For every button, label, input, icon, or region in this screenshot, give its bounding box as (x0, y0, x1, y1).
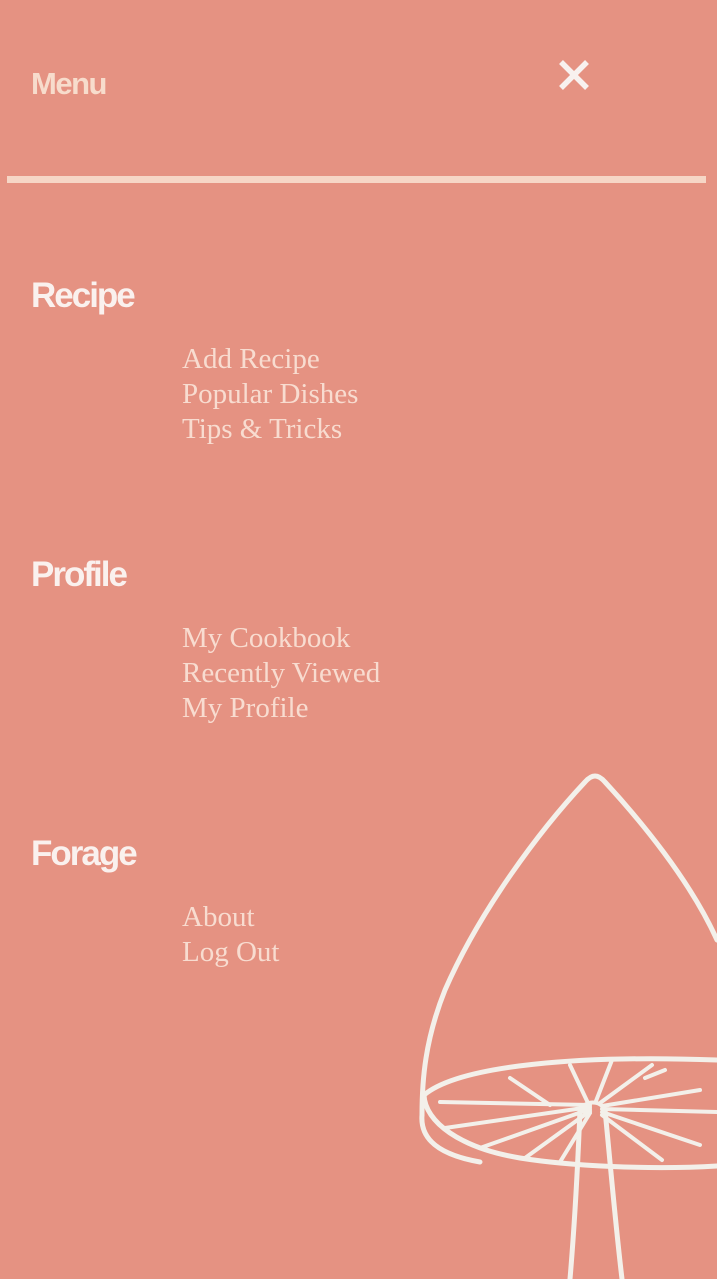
nav-link-about[interactable]: About (182, 900, 279, 935)
profile-links: My Cookbook Recently Viewed My Profile (182, 621, 380, 726)
menu-divider (7, 176, 706, 183)
close-menu-button[interactable] (552, 53, 596, 97)
nav-link-my-profile[interactable]: My Profile (182, 691, 380, 726)
section-heading-forage: Forage (31, 834, 138, 873)
nav-link-recently-viewed[interactable]: Recently Viewed (182, 656, 380, 691)
nav-link-my-cookbook[interactable]: My Cookbook (182, 621, 380, 656)
nav-link-add-recipe[interactable]: Add Recipe (182, 342, 358, 377)
nav-link-tips-tricks[interactable]: Tips & Tricks (182, 412, 358, 447)
nav-link-log-out[interactable]: Log Out (182, 935, 279, 970)
section-heading-profile: Profile (31, 555, 128, 594)
section-heading-recipe: Recipe (31, 276, 136, 315)
forage-links: About Log Out (182, 900, 279, 970)
menu-panel: Menu Recipe Add Recipe Popular Dishes Ti… (0, 0, 717, 1279)
mushroom-icon (419, 773, 717, 1279)
close-icon (559, 60, 589, 90)
nav-link-popular-dishes[interactable]: Popular Dishes (182, 377, 358, 412)
recipe-links: Add Recipe Popular Dishes Tips & Tricks (182, 342, 358, 447)
menu-title: Menu (31, 66, 107, 101)
